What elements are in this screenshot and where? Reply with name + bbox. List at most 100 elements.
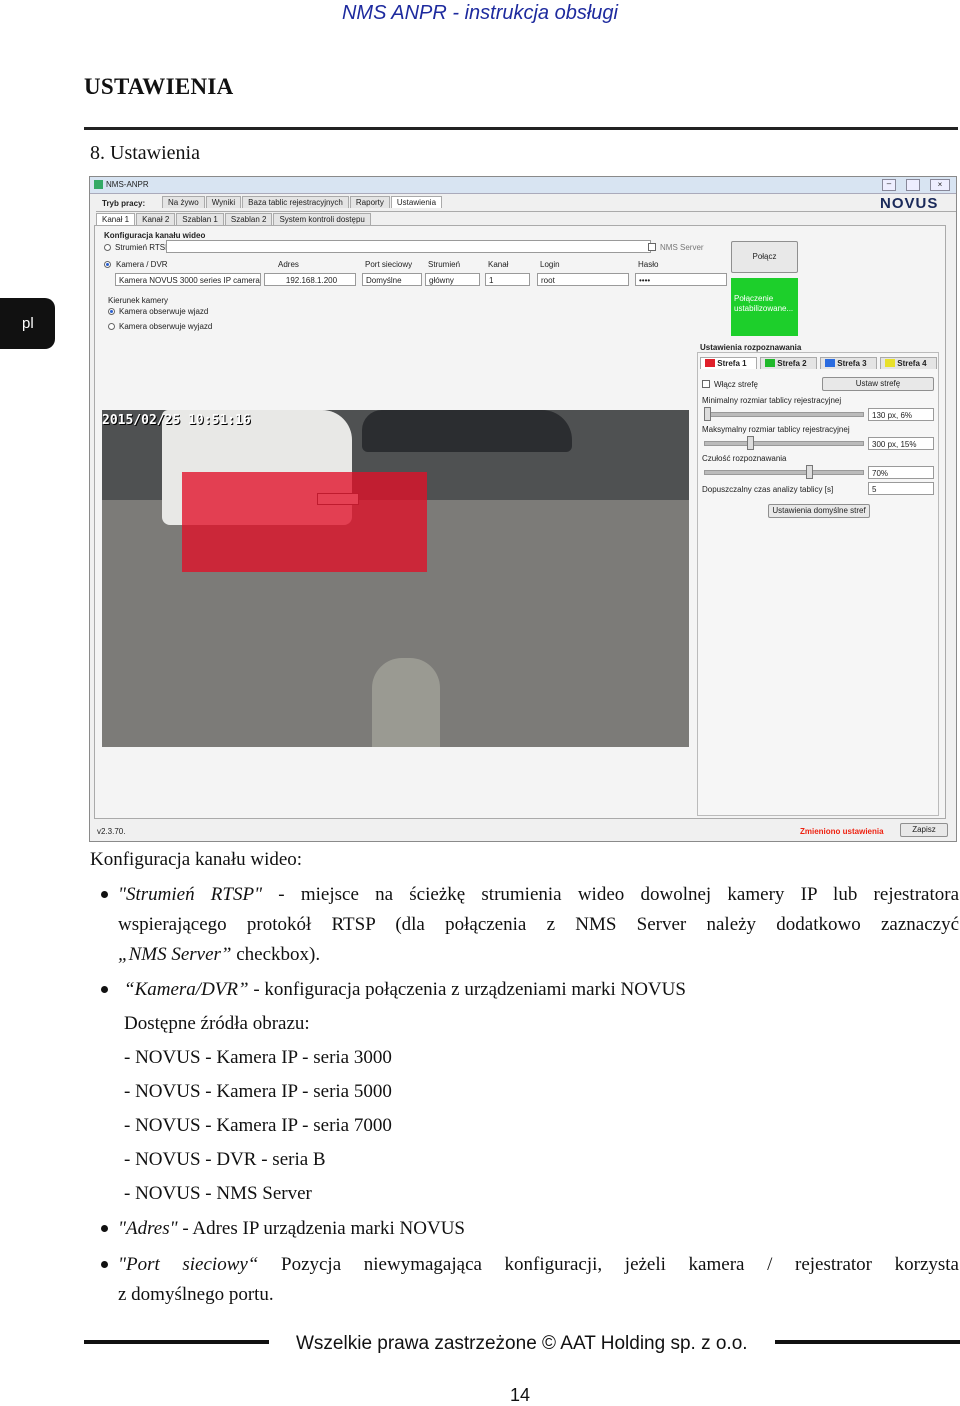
zone-tab-4[interactable]: Strefa 4	[880, 357, 937, 369]
source-item: - NOVUS - Kamera IP - seria 7000	[124, 1115, 392, 1136]
bullet-1-line-1: "Strumień RTSP" - miejsce na ścieżkę str…	[118, 884, 959, 905]
window-titlebar: NMS-ANPR – ×	[90, 177, 956, 194]
dir-in-label: Kamera obserwuje wjazd	[119, 307, 209, 316]
connect-button[interactable]: Połącz	[731, 241, 798, 273]
app-icon	[94, 180, 103, 189]
recognition-zone	[182, 472, 427, 572]
bullet-1-line-2: wspierającego protokół RTSP (dla połącze…	[118, 914, 959, 935]
bullet-1-line-3: „NMS Server” checkbox).	[118, 944, 321, 965]
tab-reports[interactable]: Raporty	[349, 196, 390, 208]
rtsp-radio[interactable]	[104, 244, 111, 251]
camera-select[interactable]: Kamera NOVUS 3000 series IP camera	[115, 273, 261, 286]
tab-template-1[interactable]: Szablan 1	[176, 213, 224, 225]
port-select[interactable]: Domyślne	[362, 273, 422, 286]
source-item: - NOVUS - Kamera IP - seria 3000	[124, 1047, 392, 1068]
tab-access-control[interactable]: System kontroli dostępu	[273, 213, 371, 225]
footer-rule-right	[775, 1340, 960, 1344]
dir-out-radio[interactable]	[108, 323, 115, 330]
camera-preview: 2015/02/25 10:51:16	[102, 410, 689, 747]
version-label: v2.3.70.	[97, 827, 126, 836]
language-tab: pl	[0, 298, 55, 349]
tabs-divider	[96, 211, 956, 212]
tab-results[interactable]: Wyniki	[205, 196, 242, 208]
dir-in-radio[interactable]	[108, 308, 115, 315]
close-icon[interactable]: ×	[930, 179, 950, 191]
save-button[interactable]: Zapisz	[900, 823, 948, 837]
login-label: Login	[540, 260, 560, 269]
source-item: - NOVUS - NMS Server	[124, 1183, 312, 1204]
camera-radio[interactable]	[104, 261, 111, 268]
intro-text: Konfiguracja kanału wideo:	[90, 849, 303, 870]
section-heading: USTAWIENIA	[84, 74, 234, 99]
password-label: Hasło	[638, 260, 659, 269]
tab-settings[interactable]: Ustawienia	[390, 196, 443, 208]
tab-channel-1[interactable]: Kanał 1	[96, 213, 136, 225]
enable-zone-checkbox[interactable]	[702, 380, 710, 388]
channel-select[interactable]: 1	[485, 273, 530, 286]
address-input[interactable]: 192.168.1.200	[264, 273, 356, 286]
password-input[interactable]: ••••	[635, 273, 727, 286]
connection-status: Połączenie ustabilizowane...	[731, 278, 798, 336]
sensitivity-slider[interactable]	[806, 465, 813, 479]
novus-logo: NOVUS	[880, 195, 939, 212]
maximize-icon[interactable]	[906, 179, 920, 191]
minimize-icon[interactable]: –	[882, 179, 896, 191]
dir-out-label: Kamera obserwuje wyjazd	[119, 322, 213, 331]
zone-4-color	[885, 359, 895, 367]
video-timestamp: 2015/02/25 10:51:16	[102, 413, 251, 428]
rtsp-input[interactable]	[166, 240, 651, 253]
min-plate-slider[interactable]	[704, 407, 711, 421]
tab-plate-database[interactable]: Baza tablic rejestracyjnych	[242, 196, 349, 208]
default-zones-button[interactable]: Ustawienia domyślne stref	[768, 504, 870, 518]
main-tabs: Na żywo Wyniki Baza tablic rejestracyjny…	[162, 196, 443, 208]
max-plate-slider[interactable]	[747, 436, 754, 450]
changed-label: Zmieniono ustawienia	[800, 827, 884, 836]
zone-tabs: Strefa 1 Strefa 2 Strefa 3 Strefa 4	[700, 357, 937, 369]
min-plate-label: Minimalny rozmiar tablicy rejestracyjnej	[702, 396, 842, 405]
min-plate-track	[704, 412, 864, 417]
zone-2-color	[765, 359, 775, 367]
camera-label: Kamera / DVR	[116, 260, 168, 269]
enable-zone-label: Włącz strefę	[714, 380, 759, 389]
source-item: - NOVUS - Kamera IP - seria 5000	[124, 1081, 392, 1102]
sensitivity-track	[704, 470, 864, 475]
document-header: NMS ANPR - instrukcja obsługi	[341, 2, 618, 24]
footer-copyright: Wszelkie prawa zastrzeżone © AAT Holding…	[296, 1333, 748, 1354]
sensitivity-label: Czułość rozpoznawania	[702, 454, 787, 463]
bullet-4	[101, 1261, 108, 1268]
bullet-1	[101, 891, 108, 898]
zone-tab-1[interactable]: Strefa 1	[700, 357, 757, 369]
min-plate-value[interactable]: 130 px, 6%	[868, 408, 934, 421]
recog-title: Ustawienia rozpoznawania	[700, 343, 802, 352]
bullet-2	[101, 986, 108, 993]
tab-live[interactable]: Na żywo	[162, 196, 205, 208]
set-zone-button[interactable]: Ustaw strefę	[822, 377, 934, 391]
address-label: Adres	[278, 260, 299, 269]
tab-template-2[interactable]: Szablan 2	[224, 213, 273, 225]
video-config-title: Konfiguracja kanału wideo	[104, 231, 206, 240]
direction-label: Kierunek kamery	[108, 296, 169, 305]
zone-tab-3[interactable]: Strefa 3	[820, 357, 877, 369]
port-label: Port sieciowy	[365, 260, 413, 269]
heading-rule	[84, 127, 958, 130]
source-item: - NOVUS - DVR - seria B	[124, 1149, 326, 1170]
nms-server-checkbox[interactable]	[648, 243, 656, 251]
time-value[interactable]: 5	[868, 482, 934, 495]
zone-1-color	[705, 359, 715, 367]
stream-label: Strumień	[428, 260, 461, 269]
bullet-4-line-1: "Port sieciowy“ Pozycja niewymagająca ko…	[118, 1254, 959, 1275]
stream-select[interactable]: główny	[425, 273, 480, 286]
login-input[interactable]: root	[537, 273, 629, 286]
tab-channel-2[interactable]: Kanał 2	[136, 213, 176, 225]
time-label: Dopuszczalny czas analizy tablicy [s]	[702, 485, 834, 494]
dark-car	[362, 410, 572, 452]
zone-tab-2[interactable]: Strefa 2	[760, 357, 817, 369]
app-screenshot: NMS-ANPR – × Tryb pracy: Na żywo Wyniki …	[89, 176, 957, 842]
page-number: 14	[510, 1385, 531, 1405]
channel-label: Kanał	[488, 260, 509, 269]
bollard	[372, 658, 440, 747]
channel-tabs: Kanał 1 Kanał 2 Szablan 1 Szablan 2 Syst…	[96, 213, 371, 225]
max-plate-value[interactable]: 300 px, 15%	[868, 437, 934, 450]
sensitivity-value[interactable]: 70%	[868, 466, 934, 479]
bullet-3	[101, 1225, 108, 1232]
